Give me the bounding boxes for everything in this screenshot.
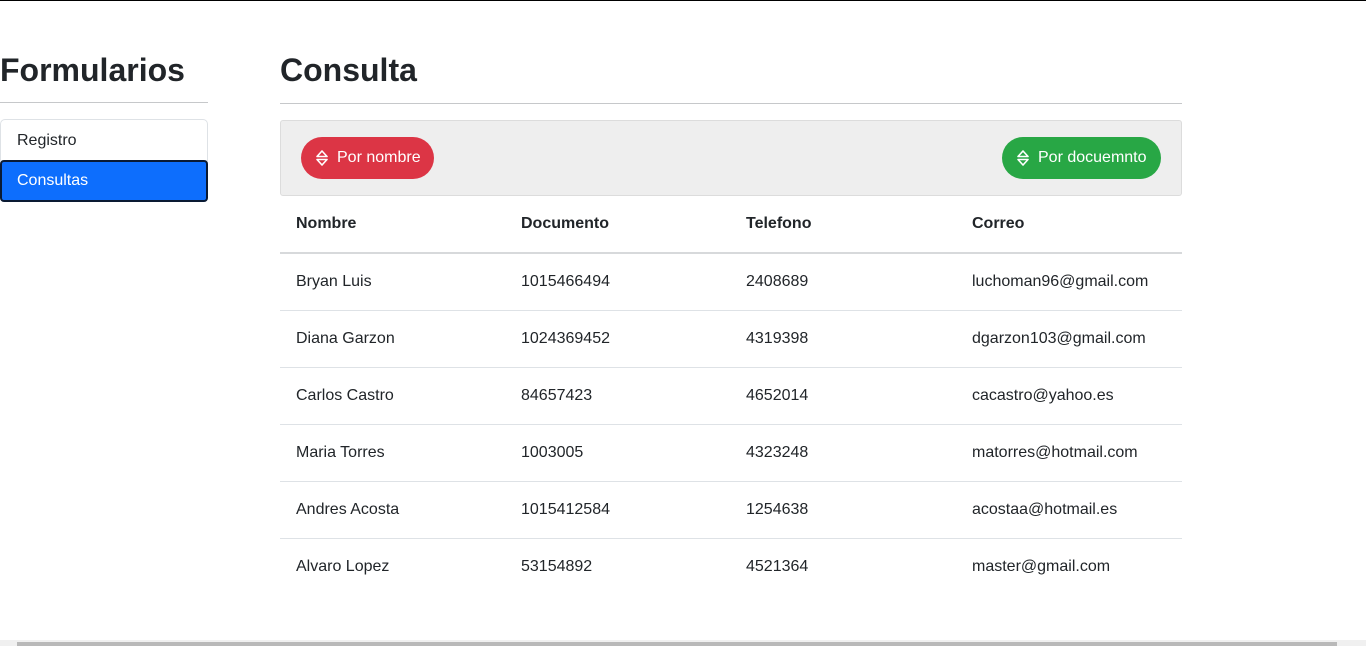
- table-row: Bryan Luis 1015466494 2408689 luchoman96…: [280, 253, 1182, 311]
- cell-telefono: 4323248: [730, 424, 956, 482]
- sidebar-divider: [0, 102, 208, 103]
- main-content: Consulta Por nombre Por docuemnto Nombre…: [280, 50, 1182, 595]
- sidebar-item-consultas[interactable]: Consultas: [0, 160, 208, 202]
- table-row: Carlos Castro 84657423 4652014 cacastro@…: [280, 367, 1182, 425]
- results-table: Nombre Documento Telefono Correo Bryan L…: [280, 196, 1182, 595]
- cell-correo: matorres@hotmail.com: [956, 424, 1182, 482]
- table-row: Alvaro Lopez 53154892 4521364 master@gma…: [280, 538, 1182, 595]
- table-row: Diana Garzon 1024369452 4319398 dgarzon1…: [280, 310, 1182, 368]
- cell-telefono: 4319398: [730, 310, 956, 368]
- cell-nombre: Bryan Luis: [280, 253, 505, 311]
- sort-by-name-button[interactable]: Por nombre: [301, 137, 434, 179]
- sort-icon: [316, 150, 328, 166]
- sidebar: Formularios Registro Consultas: [0, 50, 208, 202]
- cell-telefono: 4652014: [730, 367, 956, 425]
- cell-correo: master@gmail.com: [972, 557, 1111, 575]
- table-row: Maria Torres 1003005 4323248 matorres@ho…: [280, 424, 1182, 482]
- sort-by-name-label: Por nombre: [337, 149, 421, 166]
- page-title: Consulta: [280, 52, 417, 88]
- cell-documento: 1015466494: [505, 253, 730, 311]
- cell-documento: 53154892: [521, 557, 593, 575]
- title-divider: [280, 103, 1182, 104]
- cell-documento: 1015412584: [505, 481, 730, 539]
- cell-correo: acostaa@hotmail.es: [956, 481, 1182, 539]
- column-header-documento: Documento: [505, 196, 730, 254]
- cell-telefono: 1254638: [730, 481, 956, 539]
- cell-correo: luchoman96@gmail.com: [956, 253, 1182, 311]
- cell-nombre: Carlos Castro: [280, 367, 505, 425]
- sidebar-item-registro[interactable]: Registro: [1, 120, 207, 161]
- sort-by-document-button[interactable]: Por docuemnto: [1002, 137, 1161, 179]
- cell-correo: cacastro@yahoo.es: [956, 367, 1182, 425]
- cell-nombre: Andres Acosta: [280, 481, 505, 539]
- sidebar-title: Formularios: [0, 52, 185, 88]
- sort-icon: [1017, 150, 1029, 166]
- table-row: Andres Acosta 1015412584 1254638 acostaa…: [280, 481, 1182, 539]
- cell-telefono: 4521364: [746, 557, 809, 575]
- cell-nombre: Alvaro Lopez: [296, 557, 390, 575]
- table-header-row: Nombre Documento Telefono Correo: [280, 196, 1182, 254]
- cell-correo: dgarzon103@gmail.com: [956, 310, 1182, 368]
- sort-toolbar: Por nombre Por docuemnto: [280, 120, 1182, 196]
- horizontal-scrollbar-thumb[interactable]: [17, 642, 1337, 646]
- sidebar-menu: Registro Consultas: [0, 119, 208, 202]
- top-border: [0, 0, 1366, 1]
- column-header-nombre: Nombre: [280, 196, 505, 254]
- cell-documento: 84657423: [505, 367, 730, 425]
- column-header-telefono: Telefono: [730, 196, 956, 254]
- cell-documento: 1024369452: [505, 310, 730, 368]
- cell-nombre: Maria Torres: [280, 424, 505, 482]
- column-header-correo: Correo: [956, 196, 1182, 254]
- sort-by-document-label: Por docuemnto: [1038, 149, 1147, 166]
- cell-documento: 1003005: [505, 424, 730, 482]
- cell-nombre: Diana Garzon: [280, 310, 505, 368]
- cell-telefono: 2408689: [730, 253, 956, 311]
